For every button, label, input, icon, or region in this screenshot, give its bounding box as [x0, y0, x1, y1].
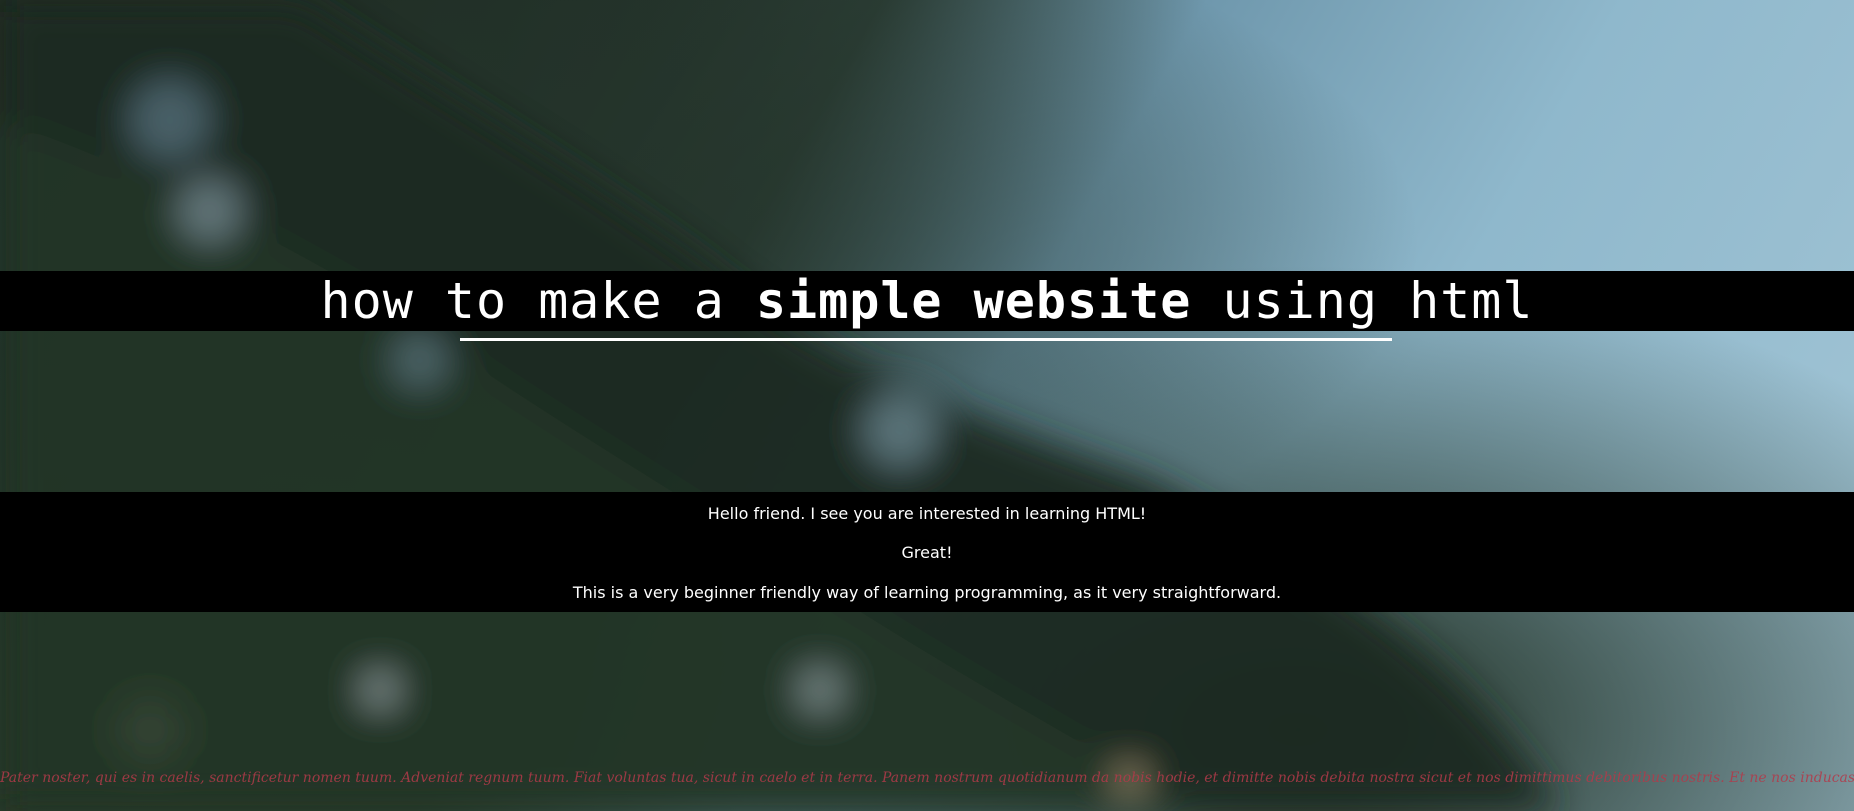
- title-text-bold: simple website: [755, 272, 1192, 330]
- title-text-part2: using html: [1191, 272, 1534, 330]
- intro-line-1: Hello friend. I see you are interested i…: [707, 504, 1147, 523]
- intro-line-3: This is a very beginner friendly way of …: [572, 583, 1282, 602]
- title-underline: [460, 338, 1392, 341]
- background-image: [0, 0, 1560, 811]
- intro-section: Hello friend. I see you are interested i…: [0, 492, 1854, 612]
- page-title: how to make a simple website using html: [0, 271, 1854, 331]
- intro-line-2: Great!: [901, 543, 953, 562]
- title-text-part1: how to make a: [320, 272, 756, 330]
- footer-text: Pater noster, qui es in caelis, sanctifi…: [0, 770, 1854, 786]
